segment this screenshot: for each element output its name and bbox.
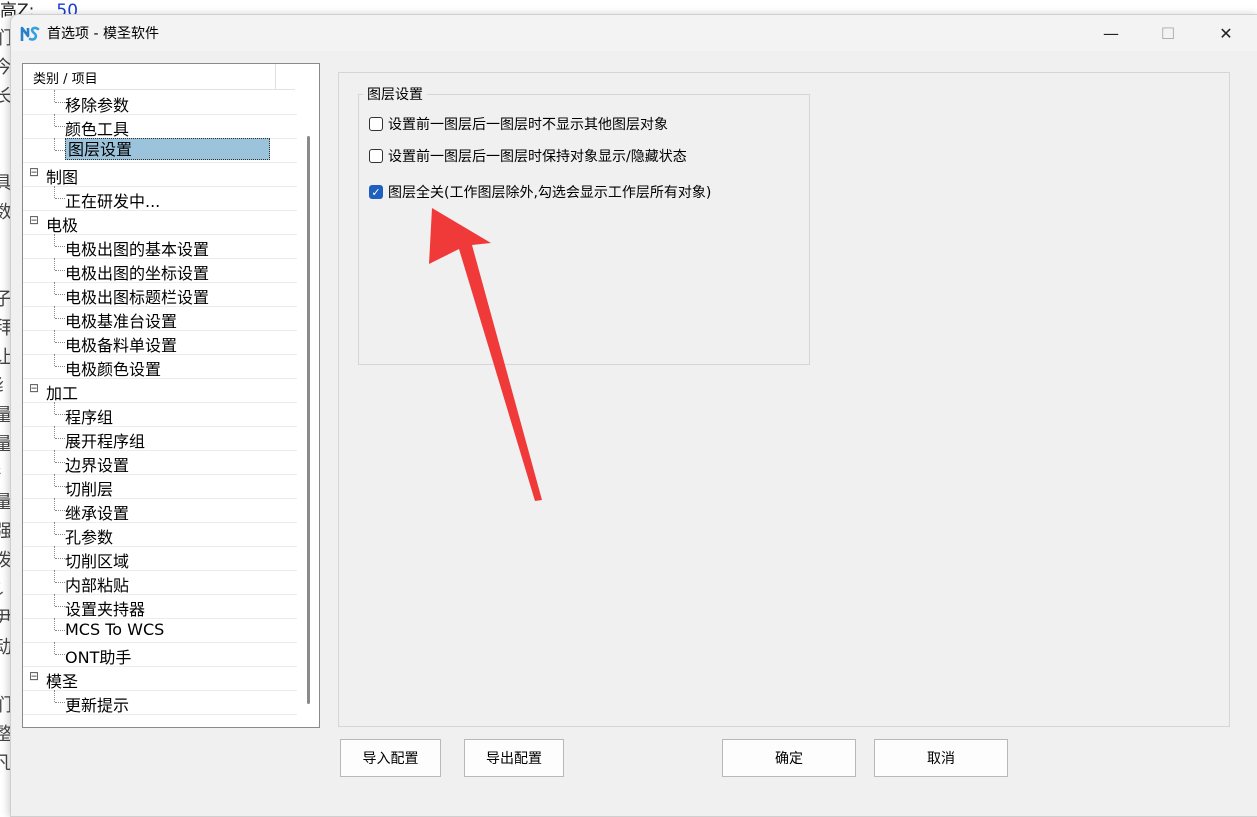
annotation-arrow-icon	[429, 208, 542, 501]
